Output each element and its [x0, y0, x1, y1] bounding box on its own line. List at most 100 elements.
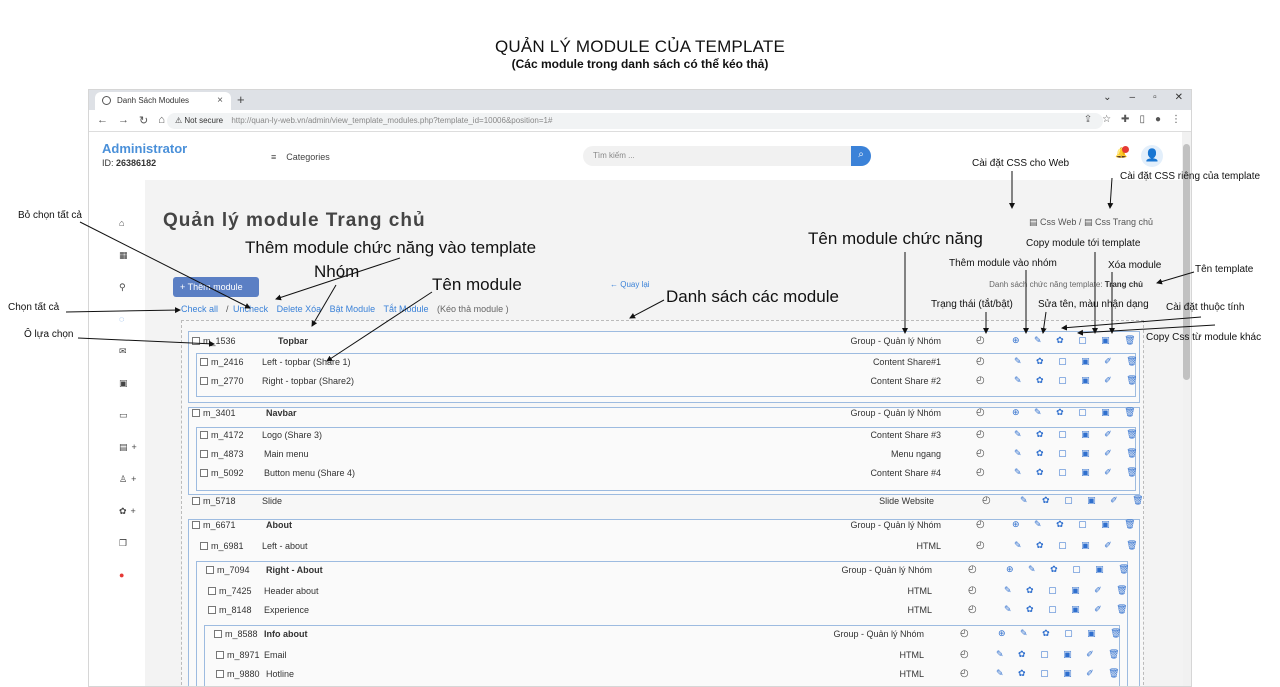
grid-icon[interactable]: ▦ [119, 250, 128, 261]
reload-icon[interactable]: ↻ [139, 114, 148, 127]
css-web-link[interactable]: Css Web [1040, 217, 1076, 227]
module-checkbox[interactable] [214, 630, 222, 638]
module-checkbox[interactable] [206, 566, 214, 574]
enable-module-link[interactable]: Bật Module [330, 304, 376, 314]
forward-arrow-icon[interactable]: → [118, 114, 129, 127]
home-icon[interactable]: ⌂ [119, 218, 124, 228]
restore-icon[interactable]: ▫ [1153, 92, 1157, 103]
status-icon[interactable]: ◴ [976, 407, 985, 418]
puzzle-icon[interactable]: ✚ [1121, 114, 1129, 125]
status-icon[interactable]: ◴ [968, 564, 977, 575]
back-link[interactable]: ← Quay lại [610, 280, 650, 289]
module-checkbox[interactable] [192, 409, 200, 417]
status-icon[interactable]: ◴ [968, 585, 977, 596]
status-icon[interactable]: ◴ [976, 375, 985, 386]
browser-tab[interactable]: Danh Sách Modules × [95, 92, 231, 110]
copy-icon[interactable]: ❐ [119, 538, 127, 549]
bell-icon[interactable]: 🔔 [1115, 146, 1129, 162]
status-icon[interactable]: ◴ [976, 356, 985, 367]
home-icon[interactable]: ⌂ [158, 114, 165, 127]
menu-icon[interactable]: ⋮ [1171, 114, 1181, 125]
link-icon[interactable]: ⚲ [119, 282, 126, 293]
avatar[interactable]: 👤 [1141, 145, 1163, 167]
module-action-icons[interactable]: ✎ ✿ ▢ ▣ ✐ 🗑 [1004, 585, 1134, 596]
module-action-icons[interactable]: ✎ ✿ ▢ ▣ ✐ 🗑 [996, 649, 1126, 660]
module-checkbox[interactable] [200, 542, 208, 550]
scrollbar[interactable] [1182, 132, 1191, 686]
new-tab-icon[interactable]: + [237, 92, 245, 107]
group-row[interactable]: m_7094 Right - About Group - Quản lý Nhóm ◴… [206, 562, 1132, 580]
module-row[interactable]: m_5718 Slide Slide Website ◴ ✎ ✿ ▢ ▣ ✐ 🗑 [192, 493, 1144, 511]
close-window-icon[interactable]: ✕ [1175, 92, 1183, 103]
search-input[interactable]: Tìm kiếm ... [583, 146, 851, 166]
refresh-icon[interactable]: ◌ [119, 314, 124, 324]
module-action-icons[interactable]: ✎ ✿ ▢ ▣ ✐ 🗑 [1014, 429, 1144, 440]
css-home-link[interactable]: Css Trang chủ [1095, 217, 1153, 227]
image-icon[interactable]: ▣ [119, 378, 128, 389]
status-icon[interactable]: ◴ [960, 649, 969, 660]
delete-link[interactable]: Delete Xóa [277, 304, 322, 314]
module-action-icons[interactable]: ✎ ✿ ▢ ▣ ✐ 🗑 [1014, 467, 1144, 478]
module-action-icons[interactable]: ⊕ ✎ ✿ ▢ ▣ 🗑 [1006, 564, 1136, 575]
module-action-icons[interactable]: ✎ ✿ ▢ ▣ ✐ 🗑 [1020, 495, 1150, 506]
module-checkbox[interactable] [192, 521, 200, 529]
group-row[interactable]: m_8588 Info about Group - Quản lý Nhóm ◴ ⊕ ✎… [214, 626, 1132, 644]
search-icon[interactable]: ⌕ [851, 146, 871, 166]
module-row[interactable]: m_8971 Email HTML ◴ ✎ ✿ ▢ ▣ ✐ 🗑 [216, 647, 1132, 665]
star-icon[interactable]: ☆ [1102, 114, 1111, 125]
module-checkbox[interactable] [208, 587, 216, 595]
page-icon[interactable]: ▤ + [119, 442, 137, 453]
status-icon[interactable]: ◴ [960, 628, 969, 639]
module-row[interactable]: m_9880 Hotline HTML ◴ ✎ ✿ ▢ ▣ ✐ 🗑 [216, 666, 1132, 684]
group-row[interactable]: m_1536 Topbar Group - Quản lý Nhóm ◴ ⊕ ✎ ✿ ▢… [192, 333, 1136, 351]
mail-icon[interactable]: ✉ [119, 346, 127, 357]
disable-module-link[interactable]: Tắt Module [384, 304, 429, 314]
check-all-link[interactable]: Check all [181, 304, 218, 314]
module-row[interactable]: m_2770 Right - topbar (Share2) Content Sha… [200, 373, 1138, 391]
module-action-icons[interactable]: ✎ ✿ ▢ ▣ ✐ 🗑 [1014, 540, 1144, 551]
module-row[interactable]: m_6981 Left - about HTML ◴ ✎ ✿ ▢ ▣ ✐ 🗑 [200, 538, 1138, 556]
categories-menu[interactable]: ≡ Categories [271, 152, 330, 162]
module-action-icons[interactable]: ✎ ✿ ▢ ▣ ✐ 🗑 [1014, 448, 1144, 459]
module-checkbox[interactable] [208, 606, 216, 614]
tab-list-icon[interactable]: ⌄ [1103, 92, 1111, 103]
module-action-icons[interactable]: ⊕ ✎ ✿ ▢ ▣ 🗑 [1012, 407, 1142, 418]
group-row[interactable]: m_3401 Navbar Group - Quản lý Nhóm ◴ ⊕ ✎ ✿ ▢… [192, 405, 1136, 423]
status-icon[interactable]: ◴ [976, 467, 985, 478]
module-checkbox[interactable] [200, 450, 208, 458]
status-icon[interactable]: ◴ [976, 448, 985, 459]
module-row[interactable]: m_5092 Button menu (Share 4) Content Share… [200, 465, 1138, 483]
share-icon[interactable]: ⇪ [1084, 114, 1092, 125]
module-action-icons[interactable]: ⊕ ✎ ✿ ▢ ▣ 🗑 [1012, 519, 1142, 530]
status-icon[interactable]: ◴ [976, 429, 985, 440]
admin-name[interactable]: Administrator [102, 141, 187, 156]
status-icon[interactable]: ◴ [960, 668, 969, 679]
module-action-icons[interactable]: ✎ ✿ ▢ ▣ ✐ 🗑 [1014, 356, 1144, 367]
status-icon[interactable]: ◴ [968, 604, 977, 615]
monitor-icon[interactable]: ▭ [119, 410, 128, 421]
module-checkbox[interactable] [200, 431, 208, 439]
user-icon[interactable]: ♙ + [119, 474, 136, 485]
hamburger-icon[interactable]: ≡ [271, 152, 276, 162]
url-field[interactable]: ⚠ Not secure http://quan-ly-web.vn/admin… [167, 113, 1103, 129]
status-icon[interactable]: ◴ [976, 540, 985, 551]
module-row[interactable]: m_8148 Experience HTML ◴ ✎ ✿ ▢ ▣ ✐ 🗑 [208, 602, 1132, 620]
uncheck-link[interactable]: Uncheck [233, 304, 268, 314]
module-checkbox[interactable] [200, 358, 208, 366]
profile-icon[interactable]: ● [1155, 114, 1161, 125]
module-action-icons[interactable]: ✎ ✿ ▢ ▣ ✐ 🗑 [996, 668, 1126, 679]
module-checkbox[interactable] [200, 377, 208, 385]
module-row[interactable]: m_7425 Header about HTML ◴ ✎ ✿ ▢ ▣ ✐ 🗑 [208, 583, 1132, 601]
module-action-icons[interactable]: ✎ ✿ ▢ ▣ ✐ 🗑 [1004, 604, 1134, 615]
add-module-button[interactable]: + Thêm module [173, 277, 259, 297]
status-icon[interactable]: ◴ [976, 519, 985, 530]
status-icon[interactable]: ◴ [976, 335, 985, 346]
module-checkbox[interactable] [216, 670, 224, 678]
module-row[interactable]: m_2416 Left - topbar (Share 1) Content Sha… [200, 354, 1138, 372]
power-icon[interactable]: ● [119, 570, 124, 580]
module-action-icons[interactable]: ✎ ✿ ▢ ▣ ✐ 🗑 [1014, 375, 1144, 386]
module-row[interactable]: m_4873 Main menu Menu ngang ◴ ✎ ✿ ▢ ▣ ✐ 🗑 [200, 446, 1138, 464]
module-checkbox[interactable] [192, 497, 200, 505]
module-row[interactable]: m_4172 Logo (Share 3) Content Share #3 ◴ ✎ ✿… [200, 427, 1138, 445]
module-action-icons[interactable]: ⊕ ✎ ✿ ▢ ▣ 🗑 [1012, 335, 1142, 346]
